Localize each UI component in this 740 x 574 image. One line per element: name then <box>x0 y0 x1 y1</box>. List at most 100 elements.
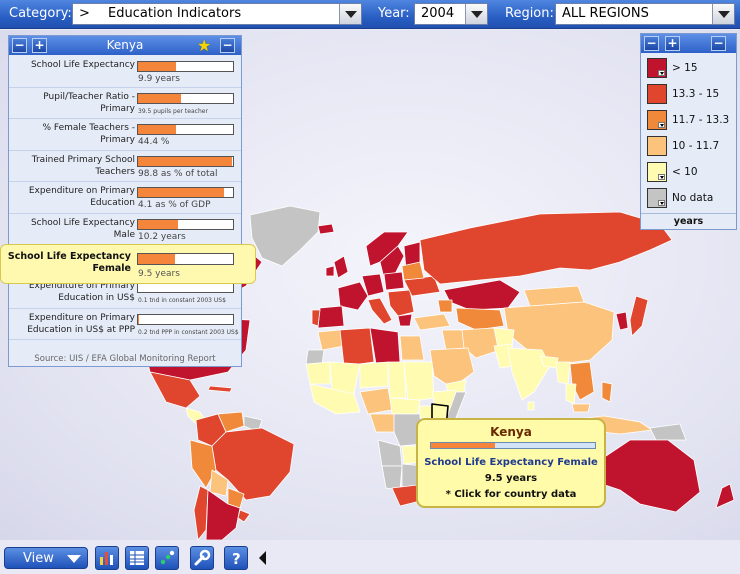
country-sudan <box>403 361 435 403</box>
panel-header: − + Kenya ★ − <box>9 36 241 55</box>
indicator-row-highlighted[interactable]: School Life Expectancy Female 9.5 years <box>0 244 256 284</box>
legend-swatch <box>647 162 667 182</box>
country-mauritania <box>305 361 331 385</box>
table-button[interactable] <box>125 546 149 570</box>
country-niger <box>359 361 389 389</box>
minimize-button[interactable]: − <box>644 36 659 51</box>
country-tooltip[interactable]: Kenya School Life Expectancy Female 9.5 … <box>416 418 606 508</box>
indicator-bar <box>137 124 234 136</box>
legend-label: 11.7 - 13.3 <box>672 114 730 126</box>
chevron-down-icon[interactable] <box>339 4 361 24</box>
country-australia <box>599 439 701 513</box>
region-select[interactable]: ALL REGIONS <box>555 3 735 25</box>
table-icon <box>130 551 144 565</box>
legend-swatch <box>647 58 667 78</box>
scatter-button[interactable] <box>155 546 179 570</box>
region-value: ALL REGIONS <box>562 6 649 21</box>
indicator-bar-fill <box>138 156 233 166</box>
country-caucasus <box>437 299 453 313</box>
country-thailand <box>565 383 577 405</box>
year-label: Year: <box>378 6 410 21</box>
legend-label: 13.3 - 15 <box>672 88 720 100</box>
country-libya <box>369 327 401 365</box>
country-chile <box>193 485 209 540</box>
country-namibia <box>381 465 403 491</box>
country-new-zealand <box>715 483 735 509</box>
country-uk <box>333 255 349 279</box>
country-angola <box>377 439 403 467</box>
indicator-row[interactable]: Expenditure on Primary Education 4.1 as %… <box>9 182 241 214</box>
tooltip-cta[interactable]: * Click for country data <box>418 489 604 500</box>
country-korea <box>615 311 629 331</box>
bottom-toolbar: View ? <box>0 540 740 574</box>
indicator-value: 0.2 tnd PPP in constant 2003 US$ <box>138 328 239 336</box>
dropdown-icon[interactable] <box>658 200 665 206</box>
indicator-label: School Life Expectancy Male <box>30 217 135 240</box>
tooltip-value: 9.5 years <box>484 473 538 484</box>
chevron-down-icon[interactable] <box>465 4 487 24</box>
country-uganda <box>419 405 433 419</box>
legend-swatch <box>647 188 667 208</box>
expand-button[interactable]: + <box>665 36 680 51</box>
wrench-icon <box>194 549 211 566</box>
country-uruguay <box>237 509 251 523</box>
country-myanmar <box>555 361 571 385</box>
indicator-bar <box>137 155 234 167</box>
country-png <box>649 423 687 441</box>
help-button[interactable]: ? <box>224 546 248 570</box>
category-select[interactable]: > Education Indicators <box>72 3 362 25</box>
indicator-row[interactable]: Trained Primary School Teachers 98.8 as %… <box>9 151 241 183</box>
legend-label: 10 - 11.7 <box>672 140 720 152</box>
star-icon[interactable]: ★ <box>197 36 211 55</box>
legend-header: − + − <box>641 34 736 53</box>
settings-button[interactable] <box>190 546 214 570</box>
indicator-bar <box>137 218 234 230</box>
indicator-value: 10.2 years <box>138 231 186 242</box>
country-poland <box>383 271 405 291</box>
dropdown-icon[interactable] <box>658 174 665 180</box>
svg-text:?: ? <box>232 550 241 567</box>
collapse-button[interactable]: − <box>711 36 726 51</box>
collapse-left-icon[interactable] <box>259 551 266 565</box>
country-kazakhstan <box>443 279 521 311</box>
indicator-value: 9.5 years <box>138 269 180 279</box>
collapse-button[interactable]: − <box>220 38 235 53</box>
chevron-down-icon[interactable] <box>712 4 734 24</box>
tooltip-bar <box>430 442 596 449</box>
region-central-asia <box>455 307 505 331</box>
indicator-bar-fill <box>138 93 181 103</box>
panel-source: Source: UIS / EFA Global Monitoring Repo… <box>34 354 216 364</box>
tooltip-bar-fill <box>431 443 495 448</box>
country-algeria <box>339 327 375 367</box>
indicator-row[interactable]: % Female Teachers - Primary 44.4 % <box>9 119 241 151</box>
bar-chart-icon <box>100 552 113 565</box>
year-select[interactable]: 2004 <box>414 3 488 25</box>
legend-label: No data <box>672 192 714 204</box>
tooltip-country: Kenya <box>490 425 532 439</box>
indicator-value: 4.1 as % of GDP <box>138 200 211 211</box>
dropdown-icon[interactable] <box>658 122 665 128</box>
indicator-row[interactable]: School Life Expectancy Male 10.2 years <box>9 214 241 246</box>
country-spain <box>317 305 345 329</box>
category-value: Education Indicators <box>108 6 242 21</box>
country-italy <box>367 297 393 325</box>
bar-chart-button[interactable] <box>95 546 119 570</box>
year-value: 2004 <box>421 6 455 21</box>
country-turkey <box>413 313 451 331</box>
view-button[interactable]: View <box>4 547 88 569</box>
country-russia <box>419 211 673 285</box>
indicator-row[interactable]: Pupil/Teacher Ratio - Primary 39.5 pupils… <box>9 88 241 120</box>
indicator-row[interactable]: School Life Expectancy 9.9 years <box>9 56 241 88</box>
country-saudi-arabia <box>429 347 475 389</box>
indicator-bar-fill <box>138 219 178 229</box>
indicator-bar <box>137 253 234 265</box>
country-greenland <box>249 205 321 267</box>
indicator-label: % Female Teachers - Primary <box>42 123 135 146</box>
indicator-row[interactable]: Expenditure on Primary Education in US$ … <box>9 309 241 341</box>
dropdown-icon[interactable] <box>658 70 665 76</box>
country-nigeria <box>359 387 393 415</box>
chevron-down-icon <box>67 555 81 563</box>
category-label: Category: <box>9 6 72 21</box>
indicator-label: Trained Primary School Teachers <box>31 154 135 177</box>
indicator-bar <box>137 187 234 199</box>
